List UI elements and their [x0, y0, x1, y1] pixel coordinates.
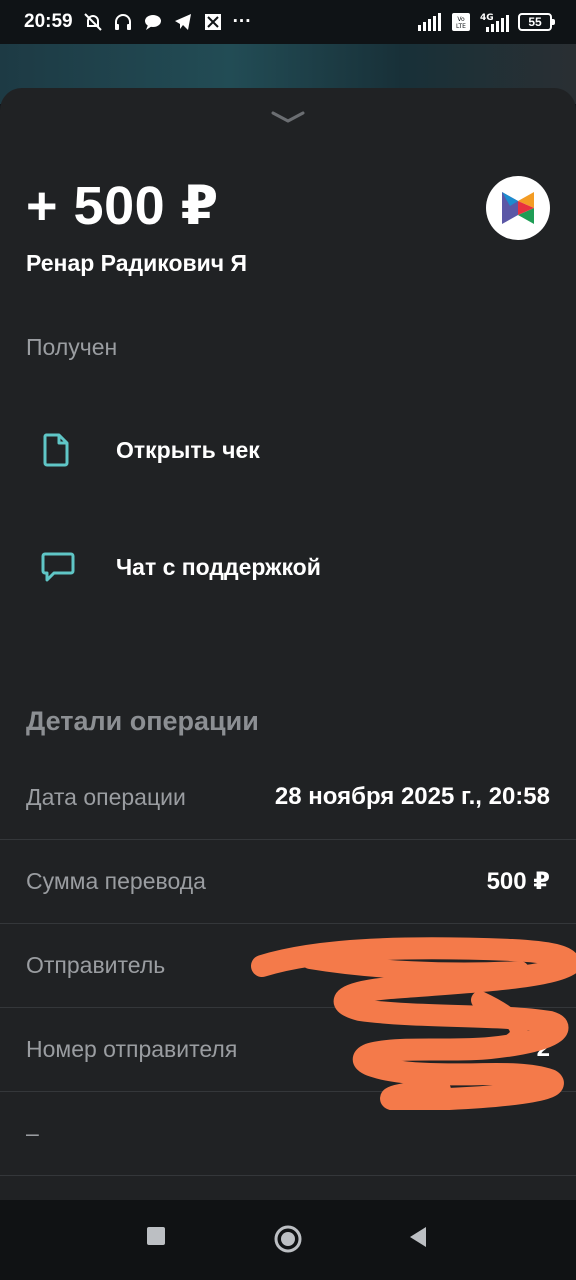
headphones-icon: [114, 14, 131, 30]
status-right: Vo LTE 4G 55: [418, 12, 555, 32]
battery-icon: 55: [518, 13, 555, 31]
more-notifications-icon: ···: [232, 11, 252, 32]
battery-level: 55: [528, 15, 542, 29]
svg-text:Vo: Vo: [457, 16, 465, 23]
status-bar: 20:59 ··· Vo LTE 4G 55: [0, 0, 576, 44]
support-chat-button[interactable]: Чат с поддержкой: [0, 537, 576, 597]
back-icon[interactable]: [408, 1226, 428, 1248]
signal-icon: [418, 13, 441, 31]
detail-value: 500 ₽: [486, 868, 550, 895]
status-time: 20:59: [24, 11, 73, 32]
sbp-logo-icon: [486, 176, 550, 240]
message-icon: [144, 15, 161, 30]
support-chat-label: Чат с поддержкой: [116, 553, 321, 580]
detail-label: –: [26, 1120, 39, 1146]
status-left: 20:59 ···: [24, 11, 252, 33]
detail-label: Дата операции: [26, 784, 186, 810]
chat-bubble-icon: [41, 552, 75, 582]
open-receipt-button[interactable]: Открыть чек: [0, 420, 576, 480]
details-title: Детали операции: [26, 706, 259, 736]
screen: 20:59 ··· Vo LTE 4G 55 + 500 ₽ Ренар Рад…: [0, 0, 576, 1280]
operation-amount: + 500 ₽: [26, 176, 219, 236]
app-notification-icon: [204, 14, 221, 30]
bell-off-icon: [83, 13, 102, 31]
telegram-icon: [174, 14, 191, 30]
operation-status: Получен: [26, 334, 118, 360]
svg-text:4G: 4G: [480, 13, 494, 23]
home-icon[interactable]: [273, 1224, 303, 1254]
system-nav-bar: [0, 1200, 576, 1280]
sender-name: Ренар Радикович Я: [26, 250, 248, 276]
detail-label: Номер отправителя: [26, 1036, 238, 1062]
recent-apps-icon[interactable]: [146, 1226, 166, 1246]
svg-text:LTE: LTE: [456, 23, 466, 30]
signal-4g-icon: 4G: [480, 13, 509, 32]
redaction-scribble: [251, 937, 576, 1110]
volte-icon: Vo LTE: [452, 13, 470, 31]
detail-label: Сумма перевода: [26, 868, 206, 894]
sheet-collapse-handle-icon[interactable]: [271, 110, 305, 124]
detail-label: Отправитель: [26, 952, 166, 978]
open-receipt-label: Открыть чек: [116, 436, 260, 463]
detail-row-amount: Сумма перевода 500 ₽: [0, 840, 576, 924]
receipt-document-icon: [43, 433, 69, 467]
detail-row-date: Дата операции 28 ноября 2025 г., 20:58: [0, 756, 576, 840]
detail-value: 28 ноября 2025 г., 20:58: [274, 783, 550, 810]
